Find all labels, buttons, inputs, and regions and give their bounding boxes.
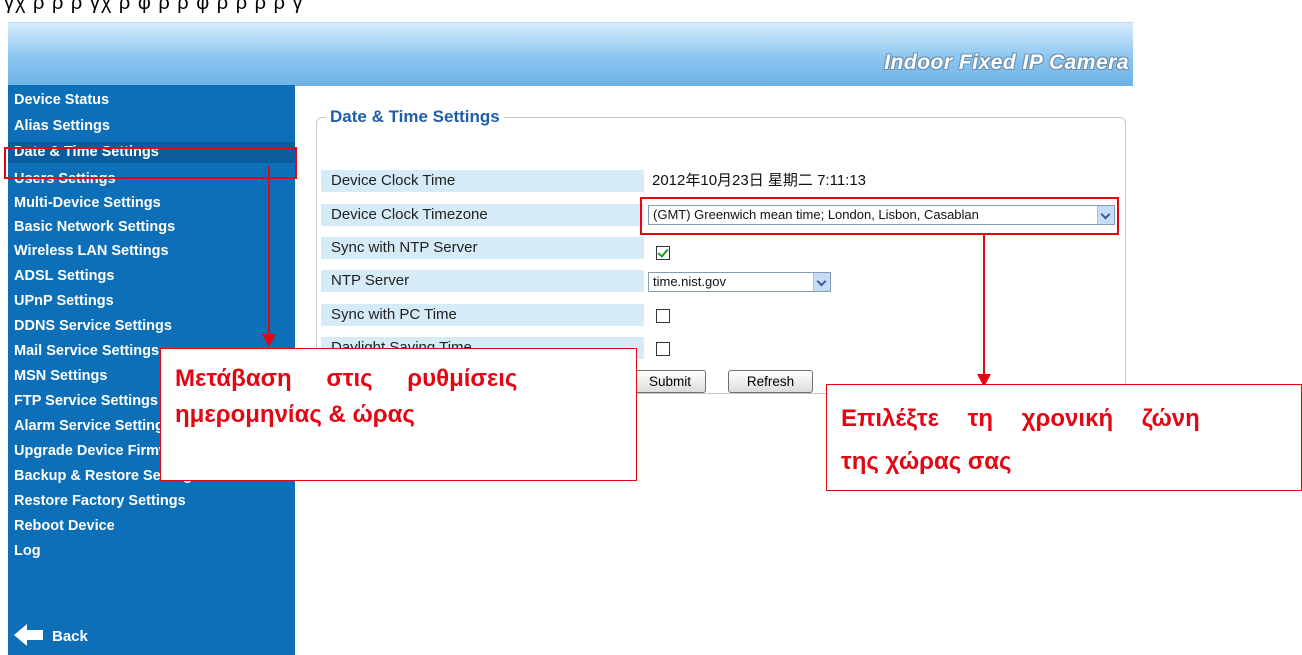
sidebar-item-restore-factory-settings[interactable]: Restore Factory Settings: [8, 491, 295, 512]
sidebar-item-multi-device-settings[interactable]: Multi-Device Settings: [8, 193, 295, 214]
submit-button[interactable]: Submit: [634, 370, 706, 393]
callout-right-line2: της χώρας σας: [841, 448, 1012, 475]
row-sync-ntp: Sync with NTP Server: [321, 237, 1118, 259]
sidebar-item-basic-network-settings[interactable]: Basic Network Settings: [8, 217, 295, 238]
arrow-left-icon: [14, 624, 43, 646]
callout-left-line2: ημερομηνίας & ώρας: [175, 401, 415, 428]
back-label: Back: [52, 628, 88, 645]
refresh-button[interactable]: Refresh: [728, 370, 813, 393]
sidebar-item-upnp-settings[interactable]: UPnP Settings: [8, 291, 295, 312]
panel-title: Date & Time Settings: [326, 107, 504, 127]
row-device-clock-time: Device Clock Time 2012年10月23日 星期二 7:11:1…: [321, 170, 1125, 192]
header-banner: Indoor Fixed IP Camera: [8, 22, 1133, 86]
device-clock-time-label: Device Clock Time: [321, 170, 644, 192]
sidebar-item-reboot-device[interactable]: Reboot Device: [8, 516, 295, 537]
row-sync-pc-time: Sync with PC Time: [321, 304, 1118, 326]
sidebar-item-device-status[interactable]: Device Status: [8, 90, 295, 111]
highlight-timezone-select: [640, 197, 1119, 235]
ntp-server-select[interactable]: time.nist.gov: [648, 272, 831, 292]
product-name: Indoor Fixed IP Camera: [884, 51, 1129, 74]
callout-right-line1: Επιλέξτε τη χρονική ζώνη: [841, 405, 1200, 432]
callout-go-to-date-time: Μετάβαση στις ρυθμίσεις ημερομηνίας & ώρ…: [160, 348, 637, 481]
sidebar-item-ddns-service-settings[interactable]: DDNS Service Settings: [8, 316, 295, 337]
sync-ntp-label: Sync with NTP Server: [321, 237, 644, 259]
device-clock-time-value: 2012年10月23日 星期二 7:11:13: [645, 170, 1125, 192]
callout-left-line1: Μετάβαση στις ρυθμίσεις: [175, 365, 518, 392]
ntp-server-label: NTP Server: [321, 270, 644, 292]
sidebar-item-adsl-settings[interactable]: ADSL Settings: [8, 266, 295, 287]
chevron-down-icon: [813, 273, 830, 291]
daylight-saving-checkbox[interactable]: [656, 342, 670, 356]
sidebar-item-alias-settings[interactable]: Alias Settings: [8, 116, 295, 137]
callout-select-timezone: Επιλέξτε τη χρονική ζώνη της χώρας σας: [826, 384, 1302, 491]
annotation-arrow-left: [268, 166, 270, 337]
sidebar-item-wireless-lan-settings[interactable]: Wireless LAN Settings: [8, 241, 295, 262]
arrowhead-left: [262, 334, 276, 347]
sidebar-item-log[interactable]: Log: [8, 541, 295, 562]
highlight-date-time-menu: [4, 147, 297, 179]
annotation-arrow-right: [983, 235, 985, 378]
sync-pc-time-checkbox[interactable]: [656, 309, 670, 323]
top-cropped-text: γχ ρ ρ ρ γχ ρ φ ρ ρ φ ρ ρ ρ ρ γ: [0, 0, 1302, 14]
device-clock-timezone-label: Device Clock Timezone: [321, 204, 644, 226]
sync-ntp-checkbox[interactable]: [656, 246, 670, 260]
back-button[interactable]: Back: [8, 620, 295, 652]
ntp-server-select-value: time.nist.gov: [653, 274, 726, 289]
sync-pc-time-label: Sync with PC Time: [321, 304, 644, 326]
